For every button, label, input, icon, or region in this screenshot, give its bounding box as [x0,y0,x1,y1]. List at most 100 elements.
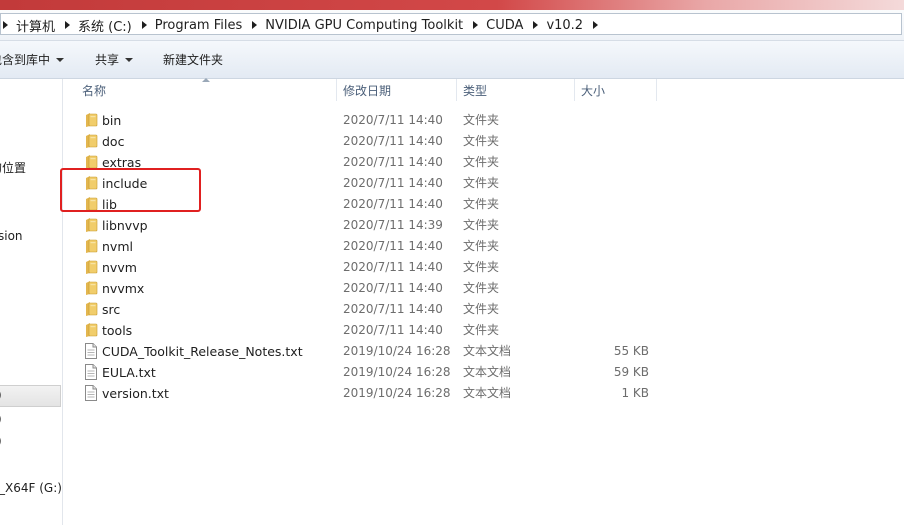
file-row[interactable]: tools 2020/7/11 14:40 文件夹 [76,320,666,341]
breadcrumb-program-files[interactable]: Program Files [155,18,243,33]
include-in-library-label: 包含到库中 [0,53,51,67]
column-header-name-label: 名称 [82,83,107,98]
text-file-icon [84,343,98,359]
file-type: 文件夹 [463,281,500,295]
text-file-icon [84,364,98,380]
nav-item-drive-g[interactable]: _X64F (G:) [0,481,62,495]
file-date: 2020/7/11 14:40 [343,155,443,169]
file-name: CUDA_Toolkit_Release_Notes.txt [102,344,303,359]
file-size [581,110,649,131]
navigation-pane[interactable]: 的位置 sion ) ) ) _X64F (G:) [0,79,63,525]
chevron-right-icon[interactable] [593,21,599,29]
file-size: 59 KB [613,365,649,379]
breadcrumb-cuda[interactable]: CUDA [486,18,523,33]
file-type: 文件夹 [463,113,500,127]
file-row[interactable]: CUDA_Toolkit_Release_Notes.txt 2019/10/24… [76,341,666,362]
file-size [581,236,649,257]
file-name: doc [102,134,125,149]
file-row[interactable]: libnvvp 2020/7/11 14:39 文件夹 [76,215,666,236]
file-date: 2019/10/24 16:28 [343,386,451,400]
file-size [581,194,649,215]
breadcrumb-system-c[interactable]: 系统 (C:) [78,16,132,35]
folder-icon [84,217,98,233]
file-row[interactable]: doc 2020/7/11 14:40 文件夹 [76,131,666,152]
file-name: bin [102,113,122,128]
folder-icon [84,238,98,254]
file-list: bin 2020/7/11 14:40 文件夹 doc 2020/7/11 14:40… [76,110,666,404]
file-date: 2020/7/11 14:40 [343,302,443,316]
file-size [581,320,649,341]
chevron-right-icon[interactable] [252,21,258,29]
folder-icon [84,322,98,338]
breadcrumb: 计算机 系统 (C:) Program Files NVIDIA GPU Com… [1,14,606,36]
nav-item-drive-3[interactable]: ) [0,434,2,448]
folder-icon [84,259,98,275]
file-size [581,257,649,278]
file-type: 文件夹 [463,323,500,337]
nav-selected-item[interactable] [0,385,61,407]
text-file-icon [84,385,98,401]
folder-icon [84,301,98,317]
file-row[interactable]: version.txt 2019/10/24 16:28 文本文档 1 KB [76,383,666,404]
file-name: version.txt [102,386,169,401]
column-header-type[interactable]: 类型 [457,79,575,101]
chevron-right-icon[interactable] [533,21,539,29]
file-type: 文件夹 [463,155,500,169]
column-header-date[interactable]: 修改日期 [337,79,457,101]
chevron-right-icon[interactable] [65,21,71,29]
dropdown-arrow-icon [125,57,134,62]
column-header-size-label: 大小 [581,83,606,98]
file-name: nvml [102,239,133,254]
file-date: 2020/7/11 14:40 [343,197,443,211]
nav-item-recent-places[interactable]: 的位置 [0,159,26,176]
include-in-library-button[interactable]: 包含到库中 [0,41,65,78]
file-row[interactable]: EULA.txt 2019/10/24 16:28 文本文档 59 KB [76,362,666,383]
folder-icon [84,133,98,149]
file-name: EULA.txt [102,365,156,380]
breadcrumb-v10-2[interactable]: v10.2 [546,18,583,33]
file-type: 文件夹 [463,134,500,148]
share-button[interactable]: 共享 [95,41,134,78]
file-name: tools [102,323,133,338]
command-toolbar: 包含到库中 共享 新建文件夹 [0,41,904,79]
file-type: 文件夹 [463,239,500,253]
nav-item-drive-2[interactable]: ) [0,412,2,426]
file-size: 55 KB [613,344,649,358]
breadcrumb-nvidia-toolkit[interactable]: NVIDIA GPU Computing Toolkit [265,18,463,33]
file-date: 2020/7/11 14:40 [343,134,443,148]
column-header-size[interactable]: 大小 [575,79,657,101]
nav-item-version[interactable]: sion [0,229,23,243]
file-row[interactable]: nvvm 2020/7/11 14:40 文件夹 [76,257,666,278]
new-folder-button[interactable]: 新建文件夹 [163,41,223,78]
address-box[interactable]: 计算机 系统 (C:) Program Files NVIDIA GPU Com… [0,13,902,35]
window-title-strip [0,0,904,10]
dropdown-arrow-icon [56,57,65,62]
file-type: 文件夹 [463,197,500,211]
file-type: 文件夹 [463,260,500,274]
file-size [581,278,649,299]
file-date: 2020/7/11 14:40 [343,239,443,253]
chevron-right-icon[interactable] [473,21,479,29]
file-row[interactable]: nvvmx 2020/7/11 14:40 文件夹 [76,278,666,299]
file-row[interactable]: nvml 2020/7/11 14:40 文件夹 [76,236,666,257]
highlight-box [60,168,201,212]
file-date: 2020/7/11 14:40 [343,281,443,295]
file-date: 2019/10/24 16:28 [343,365,451,379]
file-type: 文本文档 [463,365,512,379]
file-date: 2020/7/11 14:39 [343,218,443,232]
file-type: 文本文档 [463,386,512,400]
column-header-name[interactable]: 名称 [76,79,337,101]
breadcrumb-computer[interactable]: 计算机 [16,16,55,35]
new-folder-label: 新建文件夹 [163,53,224,67]
nav-item-drive-1[interactable]: ) [0,388,2,402]
file-size [581,131,649,152]
file-size [581,299,649,320]
file-row[interactable]: bin 2020/7/11 14:40 文件夹 [76,110,666,131]
file-name: nvvm [102,260,137,275]
chevron-right-icon[interactable] [3,21,8,29]
file-row[interactable]: src 2020/7/11 14:40 文件夹 [76,299,666,320]
chevron-right-icon[interactable] [141,21,147,29]
file-date: 2020/7/11 14:40 [343,176,443,190]
column-header-type-label: 类型 [463,83,488,98]
file-size [581,173,649,194]
